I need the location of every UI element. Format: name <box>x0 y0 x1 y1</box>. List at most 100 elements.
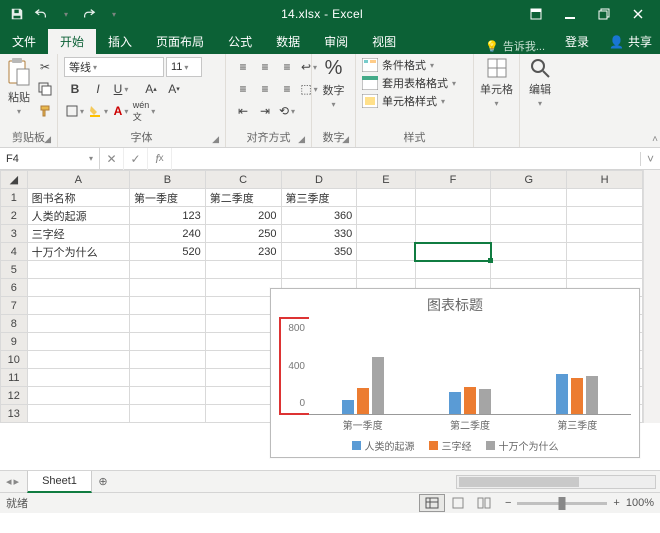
group-clipboard: 粘贴 ▾ ✂ 剪贴板◢ <box>0 54 58 147</box>
table-row[interactable]: 3三字经240250330 <box>1 225 643 243</box>
tab-home[interactable]: 开始 <box>48 29 96 54</box>
italic-button[interactable]: I <box>87 79 109 99</box>
tab-data[interactable]: 数据 <box>264 29 312 54</box>
chart-legend[interactable]: 人类的起源三字经十万个为什么 <box>271 434 639 453</box>
cond-format-icon <box>362 58 378 72</box>
signin[interactable]: 登录 <box>553 29 601 54</box>
clipboard-launcher[interactable]: ◢ <box>44 134 51 145</box>
cell-styles-icon <box>362 94 378 108</box>
horizontal-scrollbar[interactable] <box>456 475 656 489</box>
indent-decrease-icon[interactable]: ⇤ <box>232 101 254 121</box>
worksheet-grid[interactable]: ◢ ABCDEFGH 1图书名称第一季度第二季度第三季度2人类的起源123200… <box>0 170 660 470</box>
name-box[interactable]: F4▾ <box>0 148 100 169</box>
tab-layout[interactable]: 页面布局 <box>144 29 216 54</box>
table-row[interactable]: 2人类的起源123200360 <box>1 207 643 225</box>
bulb-icon: 💡 <box>485 40 499 53</box>
sheet-tab-bar: ◂ ▸ Sheet1 ⊕ <box>0 470 660 492</box>
table-row[interactable]: 5 <box>1 261 643 279</box>
sheet-nav-next-icon[interactable]: ▸ <box>14 475 20 488</box>
zoom-in-button[interactable]: + <box>613 497 619 509</box>
font-size-combo[interactable]: 11 <box>166 57 202 77</box>
close-icon[interactable] <box>622 2 654 26</box>
sheet-nav-prev-icon[interactable]: ◂ <box>6 475 12 488</box>
sheet-tab[interactable]: Sheet1 <box>27 471 92 493</box>
table-row[interactable]: 4十万个为什么520230350 <box>1 243 643 261</box>
group-font: 等线 11 B I U A▴ A▾ A wén文 字体◢ <box>58 54 226 147</box>
embedded-chart[interactable]: 图表标题 800 400 0 第一季度第二季度第三季度 人类的起源三字经十万个为… <box>270 288 640 458</box>
align-left-icon[interactable]: ≡ <box>232 79 254 99</box>
new-sheet-button[interactable]: ⊕ <box>92 475 114 488</box>
column-headers[interactable]: ◢ ABCDEFGH <box>1 171 643 189</box>
undo-dropdown[interactable] <box>54 3 76 25</box>
format-painter-icon[interactable] <box>34 101 56 121</box>
redo-icon[interactable] <box>78 3 100 25</box>
align-center-icon[interactable]: ≡ <box>254 79 276 99</box>
share-button[interactable]: 👤共享 <box>601 29 660 54</box>
zoom-level[interactable]: 100% <box>626 497 654 509</box>
indent-increase-icon[interactable]: ⇥ <box>254 101 276 121</box>
page-break-view-icon[interactable] <box>471 494 497 512</box>
page-layout-view-icon[interactable] <box>445 494 471 512</box>
qat-customize[interactable] <box>102 3 124 25</box>
table-row[interactable]: 1图书名称第一季度第二季度第三季度 <box>1 189 643 207</box>
align-launcher[interactable]: ◢ <box>298 134 305 145</box>
tab-file[interactable]: 文件 <box>0 29 48 54</box>
ribbon-options-icon[interactable] <box>520 2 552 26</box>
group-cells: 单元格▾ <box>474 54 520 147</box>
paste-button[interactable]: 粘贴 ▾ <box>6 57 32 116</box>
tab-view[interactable]: 视图 <box>360 29 408 54</box>
font-color-button[interactable]: A <box>110 101 132 121</box>
window-title: 14.xlsx - Excel <box>124 7 520 21</box>
orientation-button[interactable]: ⟲ <box>276 101 298 121</box>
font-name-combo[interactable]: 等线 <box>64 57 164 77</box>
borders-button[interactable] <box>64 101 86 121</box>
ribbon: 粘贴 ▾ ✂ 剪贴板◢ 等线 11 B I U A▴ A▾ <box>0 54 660 148</box>
tab-insert[interactable]: 插入 <box>96 29 144 54</box>
fill-color-button[interactable] <box>87 101 109 121</box>
phonetic-button[interactable]: wén文 <box>133 101 155 121</box>
cancel-formula-icon[interactable]: ✕ <box>100 148 124 170</box>
undo-icon[interactable] <box>30 3 52 25</box>
align-middle-icon[interactable]: ≡ <box>254 57 276 77</box>
shrink-font-button[interactable]: A▾ <box>163 79 185 99</box>
collapse-ribbon-icon[interactable]: ˄ <box>652 134 658 145</box>
grow-font-button[interactable]: A▴ <box>140 79 162 99</box>
zoom-out-button[interactable]: − <box>505 497 511 509</box>
chart-plot-area[interactable] <box>309 317 631 415</box>
expand-formula-icon[interactable]: ˅ <box>640 152 660 166</box>
select-all-button[interactable]: ◢ <box>1 171 28 189</box>
save-icon[interactable] <box>6 3 28 25</box>
enter-formula-icon[interactable]: ✓ <box>124 148 148 170</box>
tab-review[interactable]: 审阅 <box>312 29 360 54</box>
zoom-slider[interactable] <box>517 502 607 505</box>
font-launcher[interactable]: ◢ <box>212 134 219 145</box>
number-format-button[interactable]: % 数字▾ <box>318 57 349 109</box>
cell-styles-button[interactable]: 单元格样式▾ <box>362 93 445 109</box>
normal-view-icon[interactable] <box>419 494 445 512</box>
chart-y-axis: 800 400 0 <box>279 317 309 415</box>
align-right-icon[interactable]: ≡ <box>276 79 298 99</box>
bold-button[interactable]: B <box>64 79 86 99</box>
fx-icon[interactable]: fx <box>148 148 172 170</box>
chart-title[interactable]: 图表标题 <box>271 289 639 317</box>
cells-button[interactable]: 单元格▾ <box>480 57 513 108</box>
group-alignment: ≡ ≡ ≡ ↩ ≡ ≡ ≡ ⬚ ⇤ ⇥ ⟲ 对齐方式◢ <box>226 54 312 147</box>
cut-icon[interactable]: ✂ <box>34 57 56 77</box>
vertical-scrollbar[interactable] <box>643 170 660 423</box>
align-bottom-icon[interactable]: ≡ <box>276 57 298 77</box>
minimize-icon[interactable] <box>554 2 586 26</box>
status-bar: 就绪 − + 100% <box>0 492 660 513</box>
table-format-button[interactable]: 套用表格格式▾ <box>362 75 456 91</box>
restore-icon[interactable] <box>588 2 620 26</box>
ribbon-tabs: 文件 开始 插入 页面布局 公式 数据 审阅 视图 💡告诉我... 登录 👤共享 <box>0 28 660 54</box>
editing-button[interactable]: 编辑▾ <box>526 57 554 108</box>
number-launcher[interactable]: ◢ <box>342 134 349 145</box>
group-number: % 数字▾ 数字◢ <box>312 54 356 147</box>
paste-icon <box>6 57 32 87</box>
tab-formulas[interactable]: 公式 <box>216 29 264 54</box>
tell-me[interactable]: 💡告诉我... <box>477 38 553 54</box>
underline-button[interactable]: U <box>110 79 132 99</box>
cond-format-button[interactable]: 条件格式▾ <box>362 57 434 73</box>
copy-icon[interactable] <box>34 79 56 99</box>
align-top-icon[interactable]: ≡ <box>232 57 254 77</box>
